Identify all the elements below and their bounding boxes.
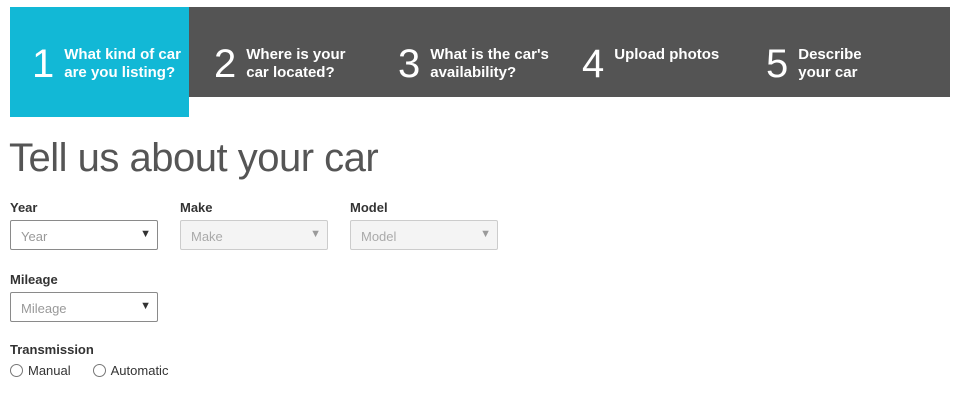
radio-label: Manual: [28, 363, 71, 378]
step-4-upload-photos[interactable]: 4 Upload photos: [560, 7, 740, 97]
step-label: Where is your car located?: [246, 46, 346, 81]
model-select-value: Model: [361, 229, 397, 244]
page-title: Tell us about your car: [9, 136, 379, 180]
step-number: 1: [32, 42, 55, 86]
model-label: Model: [350, 200, 388, 215]
make-field: Make Make ▼: [180, 200, 328, 250]
make-label: Make: [180, 200, 213, 215]
mileage-label: Mileage: [10, 272, 58, 287]
chevron-down-icon: ▼: [140, 300, 151, 312]
make-select-value: Make: [191, 229, 223, 244]
step-number: 3: [398, 42, 421, 86]
radio-button-icon[interactable]: [92, 364, 106, 377]
step-number: 5: [766, 42, 789, 86]
transmission-options: Manual Automatic: [10, 363, 190, 378]
step-label: What kind of car are you listing?: [64, 46, 181, 81]
mileage-select[interactable]: Mileage ▼: [10, 292, 158, 322]
year-label: Year: [10, 200, 38, 215]
mileage-select-value: Mileage: [21, 301, 67, 316]
year-select-value: Year: [21, 229, 48, 244]
transmission-manual-radio[interactable]: Manual: [10, 363, 71, 378]
step-5-describe-car[interactable]: 5 Describe your car: [744, 7, 924, 97]
transmission-field: Transmission Manual Automatic: [10, 342, 190, 378]
step-number: 4: [582, 42, 605, 86]
step-number: 2: [214, 42, 237, 86]
steps-progress-bar: 1 What kind of car are you listing? 2 Wh…: [10, 7, 950, 117]
chevron-down-icon: ▼: [480, 228, 491, 240]
radio-label: Automatic: [110, 363, 169, 378]
step-2-car-location[interactable]: 2 Where is your car located?: [192, 7, 372, 97]
transmission-automatic-radio[interactable]: Automatic: [92, 363, 169, 378]
step-3-car-availability[interactable]: 3 What is the car's availability?: [376, 7, 556, 97]
model-select[interactable]: Model ▼: [350, 220, 498, 250]
year-select[interactable]: Year ▼: [10, 220, 158, 250]
year-field: Year Year ▼: [10, 200, 158, 250]
make-select[interactable]: Make ▼: [180, 220, 328, 250]
chevron-down-icon: ▼: [140, 228, 151, 240]
list-car-page: 1 What kind of car are you listing? 2 Wh…: [0, 0, 962, 401]
transmission-label: Transmission: [10, 342, 94, 357]
mileage-field: Mileage Mileage ▼: [10, 272, 158, 322]
step-label: Upload photos: [614, 46, 720, 63]
model-field: Model Model ▼: [350, 200, 498, 250]
radio-button-icon[interactable]: [10, 364, 23, 377]
step-label: What is the car's availability?: [430, 46, 549, 81]
step-label: Describe your car: [798, 46, 862, 81]
chevron-down-icon: ▼: [310, 228, 321, 240]
step-1-car-kind[interactable]: 1 What kind of car are you listing?: [10, 7, 189, 117]
